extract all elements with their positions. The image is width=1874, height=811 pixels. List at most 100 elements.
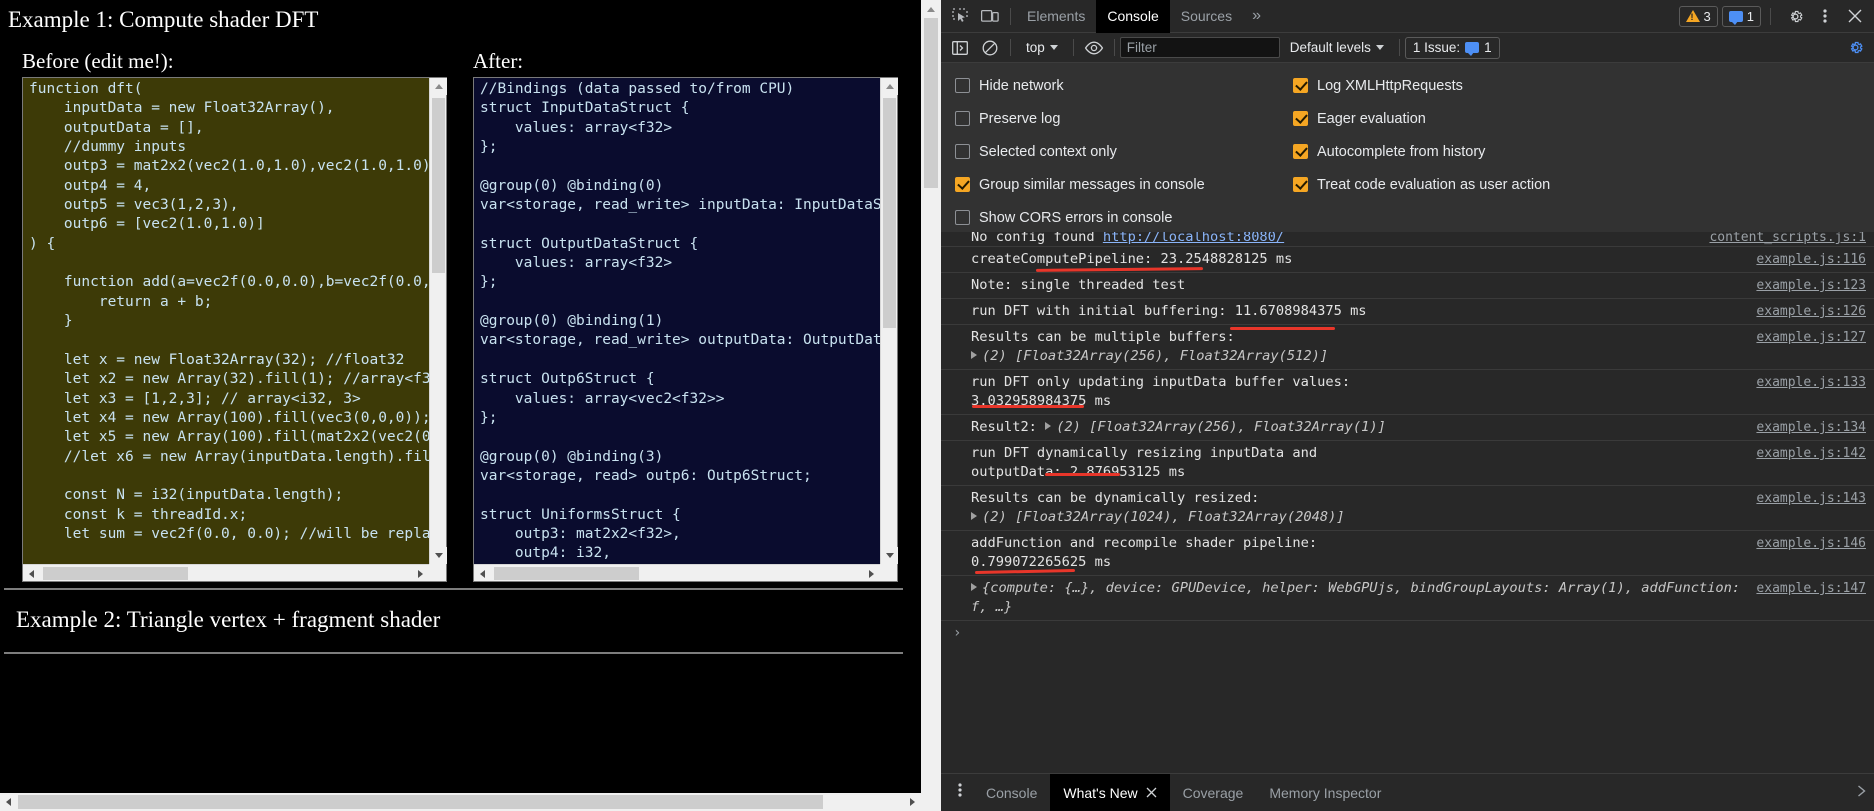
console-source-link[interactable]: example.js:147 bbox=[1756, 579, 1866, 598]
scroll-up-icon[interactable] bbox=[430, 78, 447, 95]
more-tabs-icon[interactable]: » bbox=[1243, 7, 1270, 25]
drawer-menu-icon[interactable] bbox=[947, 782, 973, 803]
checkbox[interactable] bbox=[955, 210, 970, 225]
expand-triangle-icon[interactable] bbox=[1045, 422, 1052, 430]
kebab-menu-icon[interactable] bbox=[1810, 3, 1840, 30]
console-source-link[interactable]: content_scripts.js:1 bbox=[1709, 232, 1866, 246]
console-source-link[interactable]: example.js:134 bbox=[1756, 418, 1866, 437]
setting-selected-context-only[interactable]: Selected context only bbox=[955, 144, 1293, 160]
console-message[interactable]: run DFT with initial buffering: 11.67089… bbox=[941, 299, 1874, 325]
setting-preserve-log[interactable]: Preserve log bbox=[955, 111, 1293, 127]
console-source-link[interactable]: example.js:146 bbox=[1756, 534, 1866, 553]
console-message-list[interactable]: No config found http://localhost:8080/ c… bbox=[941, 232, 1874, 751]
setting-log-xmlhttprequests[interactable]: Log XMLHttpRequests bbox=[1293, 78, 1874, 94]
console-settings-gear-icon[interactable] bbox=[1840, 34, 1870, 61]
context-selector[interactable]: top bbox=[1016, 40, 1068, 55]
drawer-tab-memory-inspector[interactable]: Memory Inspector bbox=[1256, 774, 1394, 811]
inspect-element-icon[interactable] bbox=[945, 3, 975, 30]
console-message[interactable]: Note: single threaded test example.js:12… bbox=[941, 273, 1874, 299]
console-source-link[interactable]: example.js:142 bbox=[1756, 444, 1866, 463]
live-expression-icon[interactable] bbox=[1079, 34, 1109, 61]
drawer-scroll-right-icon[interactable] bbox=[1857, 785, 1874, 800]
scrollbar-thumb[interactable] bbox=[432, 98, 445, 273]
page-scrollbar-thumb-v[interactable] bbox=[924, 18, 938, 188]
gear-icon[interactable] bbox=[1780, 3, 1810, 30]
console-message[interactable]: No config found http://localhost:8080/ c… bbox=[941, 232, 1874, 247]
scrollbar-thumb-h[interactable] bbox=[494, 567, 639, 580]
checkbox[interactable] bbox=[955, 78, 970, 93]
warning-badge[interactable]: 3 bbox=[1678, 5, 1718, 27]
after-editor-box[interactable]: //Bindings (data passed to/from CPU) str… bbox=[473, 77, 898, 582]
console-source-link[interactable]: example.js:127 bbox=[1756, 328, 1866, 347]
console-message[interactable]: addFunction and recompile shader pipelin… bbox=[941, 531, 1874, 576]
checkbox[interactable] bbox=[955, 177, 970, 192]
scroll-down-icon[interactable] bbox=[430, 547, 447, 564]
scroll-right-icon[interactable] bbox=[412, 565, 429, 582]
setting-autocomplete-from-history[interactable]: Autocomplete from history bbox=[1293, 144, 1874, 160]
checkbox[interactable] bbox=[1293, 144, 1308, 159]
scroll-left-icon[interactable] bbox=[474, 565, 491, 582]
scroll-down-icon[interactable] bbox=[881, 547, 898, 564]
console-message[interactable]: Results can be dynamically resized: (2) … bbox=[941, 486, 1874, 531]
page-scroll-right-icon[interactable] bbox=[904, 793, 921, 811]
setting-group-similar-messages[interactable]: Group similar messages in console bbox=[955, 177, 1293, 193]
page-horizontal-scrollbar[interactable] bbox=[0, 793, 921, 811]
before-horizontal-scrollbar[interactable] bbox=[23, 564, 429, 581]
setting-hide-network[interactable]: Hide network bbox=[955, 78, 1293, 94]
console-source-link[interactable]: example.js:116 bbox=[1756, 250, 1866, 269]
log-levels-dropdown[interactable]: Default levels bbox=[1280, 40, 1394, 55]
page-scroll-up-icon[interactable] bbox=[921, 0, 941, 18]
console-sidebar-icon[interactable] bbox=[945, 34, 975, 61]
expand-triangle-icon[interactable] bbox=[971, 583, 977, 591]
page-scroll-left-icon[interactable] bbox=[0, 793, 17, 811]
setting-eager-evaluation[interactable]: Eager evaluation bbox=[1293, 111, 1874, 127]
checkbox[interactable] bbox=[1293, 78, 1308, 93]
scroll-up-icon[interactable] bbox=[881, 78, 898, 95]
console-source-link[interactable]: example.js:123 bbox=[1756, 276, 1866, 295]
before-vertical-scrollbar[interactable] bbox=[429, 78, 447, 564]
scroll-left-icon[interactable] bbox=[23, 565, 40, 582]
expand-triangle-icon[interactable] bbox=[971, 512, 977, 520]
close-icon[interactable] bbox=[1146, 785, 1157, 801]
scroll-right-icon[interactable] bbox=[863, 565, 880, 582]
close-icon[interactable] bbox=[1840, 3, 1870, 30]
setting-treat-code-evaluation-as-user-action[interactable]: Treat code evaluation as user action bbox=[1293, 177, 1874, 193]
drawer-tab-whats-new[interactable]: What's New bbox=[1050, 773, 1170, 811]
page-vertical-scrollbar[interactable] bbox=[921, 0, 941, 811]
drawer-tab-console[interactable]: Console bbox=[973, 774, 1050, 811]
after-vertical-scrollbar[interactable] bbox=[880, 78, 898, 564]
console-message[interactable]: Result2: (2) [Float32Array(256), Float32… bbox=[941, 415, 1874, 441]
expand-triangle-icon[interactable] bbox=[971, 351, 977, 359]
console-object-preview[interactable]: (2) [Float32Array(256), Float32Array(512… bbox=[971, 347, 1746, 366]
filter-input[interactable]: Filter bbox=[1119, 37, 1280, 58]
console-message[interactable]: Results can be multiple buffers: (2) [Fl… bbox=[941, 325, 1874, 370]
scrollbar-thumb[interactable] bbox=[883, 98, 896, 328]
checkbox[interactable] bbox=[1293, 177, 1308, 192]
after-code-text[interactable]: //Bindings (data passed to/from CPU) str… bbox=[474, 78, 880, 564]
issues-button[interactable]: 1 Issue: 1 bbox=[1404, 36, 1500, 59]
before-editor-box[interactable]: function dft( inputData = new Float32Arr… bbox=[22, 77, 447, 582]
setting-show-cors-errors[interactable]: Show CORS errors in console bbox=[955, 210, 1293, 226]
tab-sources[interactable]: Sources bbox=[1170, 0, 1243, 33]
console-prompt[interactable]: › bbox=[941, 621, 1874, 645]
checkbox[interactable] bbox=[955, 144, 970, 159]
message-badge[interactable]: 1 bbox=[1721, 5, 1761, 27]
console-object-preview[interactable]: (2) [Float32Array(1024), Float32Array(20… bbox=[971, 508, 1746, 527]
console-object-preview[interactable]: {compute: {…}, device: GPUDevice, helper… bbox=[971, 579, 1746, 617]
console-link[interactable]: http://localhost:8080/ bbox=[1103, 232, 1284, 245]
console-message[interactable]: run DFT dynamically resizing inputData a… bbox=[941, 441, 1874, 486]
after-horizontal-scrollbar[interactable] bbox=[474, 564, 880, 581]
before-code-text[interactable]: function dft( inputData = new Float32Arr… bbox=[23, 78, 429, 564]
tab-console[interactable]: Console bbox=[1096, 0, 1170, 33]
page-scrollbar-thumb-h[interactable] bbox=[18, 795, 823, 809]
console-source-link[interactable]: example.js:133 bbox=[1756, 373, 1866, 392]
scrollbar-thumb-h[interactable] bbox=[43, 567, 188, 580]
console-message[interactable]: run DFT only updating inputData buffer v… bbox=[941, 370, 1874, 415]
console-source-link[interactable]: example.js:143 bbox=[1756, 489, 1866, 508]
console-source-link[interactable]: example.js:126 bbox=[1756, 302, 1866, 321]
drawer-tab-coverage[interactable]: Coverage bbox=[1170, 774, 1257, 811]
console-message[interactable]: {compute: {…}, device: GPUDevice, helper… bbox=[941, 576, 1874, 621]
device-toolbar-icon[interactable] bbox=[975, 3, 1005, 30]
checkbox[interactable] bbox=[955, 111, 970, 126]
checkbox[interactable] bbox=[1293, 111, 1308, 126]
